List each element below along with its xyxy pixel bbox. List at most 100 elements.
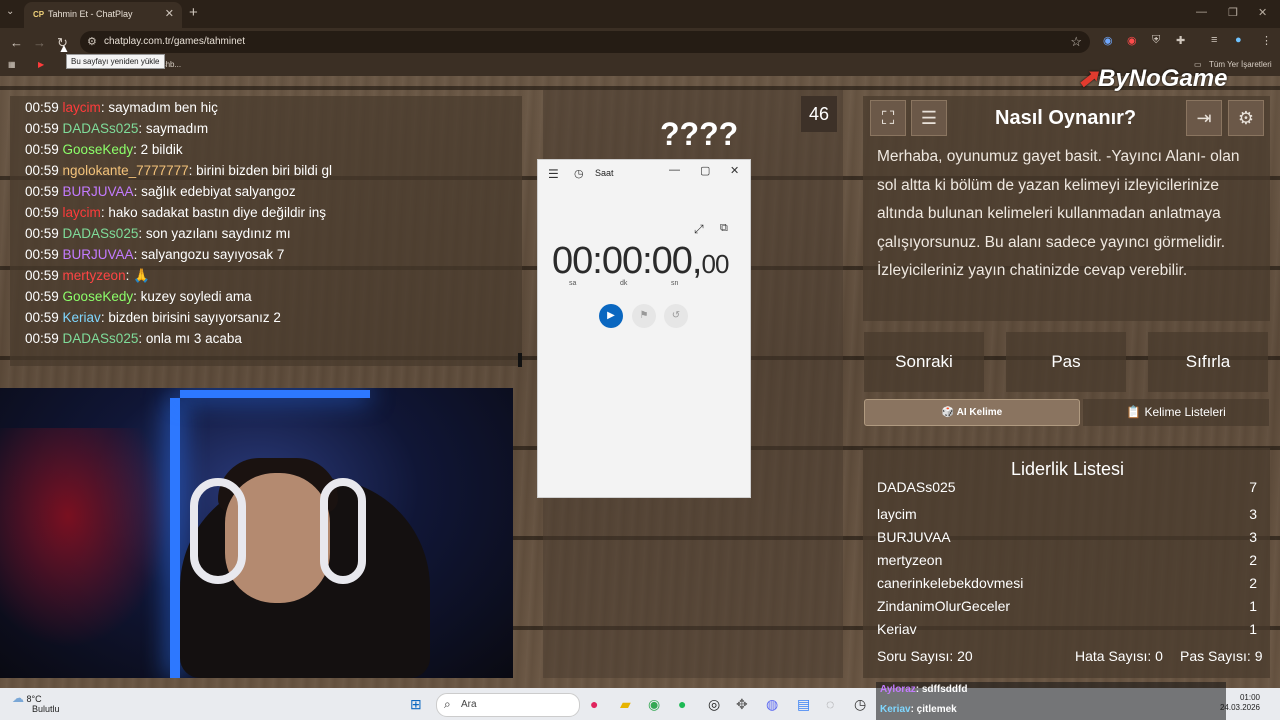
extension-icon[interactable]: ◉ [1103, 34, 1113, 47]
app-icon[interactable]: ● [590, 696, 598, 712]
leaderboard-row: laycim 3 [877, 506, 1257, 522]
close-window-icon[interactable]: ✕ [1258, 6, 1267, 19]
tab-strip: ⌄ CP Tahmin Et - ChatPlay ✕ + — ❐ ✕ [0, 0, 1280, 28]
leaderboard-name: Keriav [877, 621, 917, 637]
webcam-feed [0, 388, 513, 678]
leaderboard-name: ZindanimOlurGeceler [877, 598, 1011, 614]
youtube-icon[interactable]: ▶ [38, 60, 44, 69]
leaderboard-score: 3 [1249, 529, 1257, 545]
overlay-chat-username: Keriav [880, 704, 911, 715]
taskbar-search[interactable]: ⌕ Ara [436, 693, 580, 717]
chat-message: 00:59 DADASs025: onla mı 3 acaba [25, 331, 242, 346]
tab-list-icon[interactable]: ≡ [1211, 34, 1217, 46]
bookmark-star-icon[interactable]: ☆ [1070, 34, 1082, 50]
leaderboard-name: BURJUVAA [877, 529, 951, 545]
chat-message: 00:59 GooseKedy: 2 bildik [25, 142, 183, 157]
overlay-chat-username: Ayloraz [880, 684, 916, 695]
chat-text: : saymadım ben hiç [100, 100, 218, 115]
chat-username: ngolokante_7777777 [62, 163, 189, 178]
howto-text: Merhaba, oyunumuz gayet basit. -Yayıncı … [877, 148, 1240, 279]
chat-username: DADASs025 [62, 226, 139, 241]
folder-icon[interactable]: ▰ [620, 696, 631, 713]
minimize-icon[interactable]: — [669, 164, 680, 176]
chat-timestamp: 00:59 [25, 100, 63, 115]
overlay-chat-text: : çitlemek [910, 704, 957, 715]
shield-icon[interactable]: ⛨ [1152, 34, 1160, 47]
next-button[interactable]: Sonraki [864, 332, 984, 392]
forward-icon[interactable]: → [33, 35, 46, 50]
pass-button[interactable]: Pas [1006, 332, 1126, 392]
chat-username: BURJUVAA [62, 184, 134, 199]
fullscreen-icon[interactable]: ⛶ [870, 100, 906, 136]
chat-text: : hako sadakat bastın diye değildir inş [100, 205, 326, 220]
chat-timestamp: 00:59 [25, 163, 63, 178]
browser-toolbar: ← → ↻ ⚙ chatplay.com.tr/games/tahminet ☆… [0, 28, 1280, 56]
chat-username: GooseKedy [62, 289, 134, 304]
reset-button[interactable]: ↺ [664, 304, 688, 328]
maximize-icon[interactable]: ▢ [700, 164, 710, 177]
apps-icon[interactable]: ▦ [8, 60, 16, 69]
extension-icon[interactable]: ◉ [1127, 34, 1137, 47]
minimize-icon[interactable]: — [1196, 6, 1207, 18]
menu-icon[interactable]: ⋮ [1261, 34, 1272, 47]
chrome-icon[interactable]: ◉ [648, 696, 660, 713]
maximize-icon[interactable]: ❐ [1228, 6, 1238, 19]
chat-text: : salyangozu sayıyosak 7 [133, 247, 285, 262]
new-tab-icon[interactable]: + [189, 4, 198, 21]
spotify-icon[interactable]: ● [678, 696, 686, 712]
chat-message: 00:59 ngolokante_7777777: birini bizden … [25, 163, 332, 178]
profile-avatar[interactable]: ● [1235, 34, 1242, 46]
exit-icon[interactable]: ⇥ [1186, 100, 1222, 136]
browser-tab[interactable]: CP Tahmin Et - ChatPlay ✕ [24, 2, 182, 28]
bynogame-logo: ⬈ByNoGame [1078, 65, 1228, 92]
start-button[interactable]: ▶ [599, 304, 623, 328]
chat-scrollbar[interactable] [518, 353, 522, 367]
back-icon[interactable]: ← [10, 35, 23, 50]
url-text: chatplay.com.tr/games/tahminet [104, 36, 245, 47]
chat-text: : kuzey soyledi ama [133, 289, 252, 304]
word-lists-button[interactable]: 📋 Kelime Listeleri [1083, 399, 1269, 426]
reset-button[interactable]: Sıfırla [1148, 332, 1268, 392]
leaderboard-row: mertyzeon 2 [877, 552, 1257, 568]
lap-flag-button[interactable]: ⚑ [632, 304, 656, 328]
chat-message: 00:59 laycim: hako sadakat bastın diye d… [25, 205, 326, 220]
leaderboard-name: canerinkelebekdovmesi [877, 575, 1024, 591]
chat-text: : onla mı 3 acaba [138, 331, 242, 346]
expand-icon[interactable]: ⤢ [694, 222, 704, 237]
chat-message: 00:59 BURJUVAA: salyangozu sayıyosak 7 [25, 247, 284, 262]
leaderboard-row: ZindanimOlurGeceler 1 [877, 598, 1257, 614]
leaderboard-name: laycim [877, 506, 917, 522]
site-info-icon[interactable]: ⚙ [87, 35, 97, 48]
tab-search-icon[interactable]: ⌄ [6, 6, 14, 17]
address-bar[interactable]: ⚙ chatplay.com.tr/games/tahminet ☆ [80, 31, 1090, 53]
gear-icon[interactable]: ⚙ [1228, 100, 1264, 136]
chat-timestamp: 00:59 [25, 205, 63, 220]
start-icon[interactable]: ⊞ [410, 696, 422, 713]
clock-taskbar-icon[interactable]: ◷ [854, 696, 866, 713]
chat-message: 00:59 DADASs025: son yazılanı saydınız m… [25, 226, 291, 241]
app-icon[interactable]: ▤ [797, 696, 810, 713]
overlay-chat-message: Ayloraz: sdffsddfd [880, 684, 967, 695]
stopwatch-display: 00:00:00,00 [552, 240, 729, 282]
stopwatch-window: ☰ ◷ Saat — ▢ ✕ ⤢ ⧉ 00:00:00,00 sa dk sn … [537, 159, 751, 498]
chat-message: 00:59 GooseKedy: kuzey soyledi ama [25, 289, 252, 304]
chat-text: : sağlık edebiyat salyangoz [133, 184, 296, 199]
app-icon[interactable]: ◌ [826, 696, 834, 712]
leaderboard-name: DADASs025 [877, 482, 956, 495]
obs-icon[interactable]: ◎ [708, 696, 720, 713]
wrong-count: Hata Sayısı: 0 [1075, 648, 1163, 664]
close-tab-icon[interactable]: ✕ [165, 7, 174, 20]
chat-username: GooseKedy [62, 142, 134, 157]
discord-icon[interactable]: ◍ [766, 696, 778, 713]
app-icon[interactable]: ✥ [736, 696, 748, 713]
puzzle-icon[interactable]: ✚ [1176, 34, 1185, 47]
weather-widget[interactable]: ☁ 8°C Bulutlu [12, 692, 60, 714]
notes-icon[interactable]: ☰ [911, 100, 947, 136]
chat-timestamp: 00:59 [25, 247, 63, 262]
compact-overlay-icon[interactable]: ⧉ [720, 222, 728, 235]
ai-word-button[interactable]: 🎲 AI Kelime [864, 399, 1080, 426]
close-icon[interactable]: ✕ [730, 164, 739, 177]
chat-timestamp: 00:59 [25, 121, 63, 136]
question-count: Soru Sayısı: 20 [877, 648, 973, 664]
hamburger-icon[interactable]: ☰ [548, 167, 559, 181]
